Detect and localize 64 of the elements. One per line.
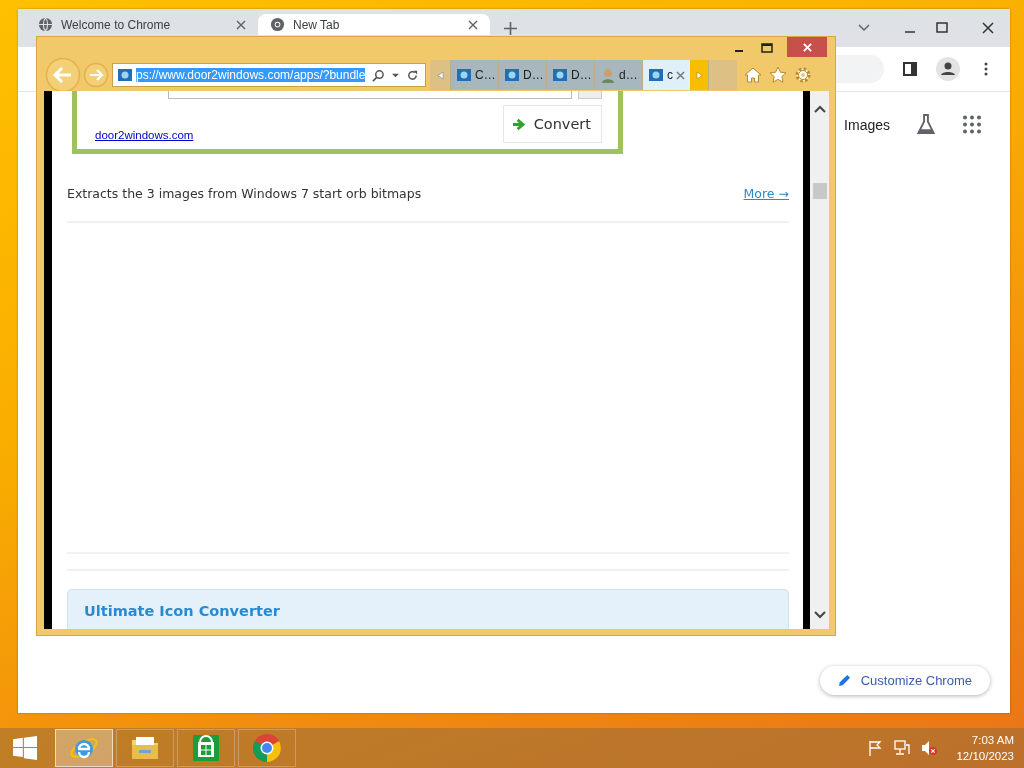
browser-tab[interactable]: D… — [546, 60, 594, 90]
taskbar-button[interactable] — [238, 729, 296, 767]
browser-tab[interactable]: D… — [498, 60, 546, 90]
scrollbar[interactable] — [810, 91, 829, 629]
more-link[interactable]: More → — [743, 186, 789, 201]
apps-grid-icon[interactable] — [962, 114, 982, 135]
customize-chrome-button[interactable]: Customize Chrome — [819, 666, 990, 695]
close-button[interactable] — [787, 37, 827, 57]
site-icon — [456, 67, 472, 83]
scroll-down-icon[interactable] — [813, 611, 826, 619]
scrollbar-thumb[interactable] — [812, 183, 827, 199]
taskbar-button[interactable] — [177, 729, 235, 767]
browser-tab[interactable]: New Tab — [258, 14, 490, 35]
taskbar-button[interactable] — [116, 729, 174, 767]
profile-icon[interactable] — [936, 57, 960, 81]
person-icon — [600, 67, 616, 83]
maximize-icon[interactable] — [936, 22, 948, 34]
input-field[interactable] — [168, 91, 572, 99]
right-arrow-icon — [695, 70, 703, 80]
clock-date[interactable]: 12/10/2023 — [956, 748, 1014, 764]
globe-icon — [38, 17, 53, 32]
browser-tab[interactable]: d… — [594, 60, 642, 90]
browser-tab[interactable]: Welcome to Chrome — [26, 14, 258, 35]
dropdown-icon[interactable] — [392, 71, 400, 79]
close-icon — [801, 41, 813, 53]
arrow-right-icon — [511, 117, 525, 131]
close-icon[interactable] — [676, 70, 685, 80]
clock-time[interactable]: 7:03 AM — [971, 732, 1014, 748]
home-icon[interactable] — [744, 66, 762, 84]
plus-icon[interactable] — [504, 21, 517, 35]
pencil-icon — [837, 674, 851, 687]
taskbar-button[interactable] — [55, 729, 113, 767]
refresh-icon[interactable] — [406, 68, 420, 82]
star-icon[interactable] — [769, 66, 787, 84]
chrome-logo-icon — [270, 17, 285, 32]
maximize-icon[interactable] — [761, 42, 773, 54]
settings-icon[interactable] — [794, 66, 812, 84]
convert-button[interactable]: Convert — [502, 105, 602, 143]
side-panel-icon[interactable] — [902, 61, 918, 77]
browser-tab[interactable]: c — [642, 60, 690, 90]
search-icon[interactable] — [372, 68, 386, 82]
close-icon[interactable] — [468, 19, 478, 30]
windows-logo-icon[interactable] — [13, 736, 37, 760]
chevron-down-icon[interactable] — [858, 24, 870, 32]
site-link[interactable]: door2windows.com — [95, 129, 194, 143]
left-arrow-icon — [436, 70, 444, 80]
shopping-bag-icon — [191, 733, 221, 763]
site-icon — [648, 67, 664, 83]
description-text: Extracts the 3 images from Windows 7 start orb bitmaps — [67, 186, 422, 201]
volume-muted-icon[interactable] — [921, 740, 938, 756]
browser-tab[interactable]: C… — [450, 60, 498, 90]
close-icon — [982, 22, 994, 34]
site-icon — [117, 67, 133, 83]
images-link[interactable]: Images — [844, 116, 890, 133]
back-button[interactable] — [45, 57, 81, 93]
close-icon[interactable] — [236, 19, 246, 30]
flask-icon[interactable] — [916, 114, 936, 135]
flag-icon[interactable] — [867, 740, 884, 756]
scroll-up-icon[interactable] — [813, 105, 826, 113]
site-icon — [504, 67, 520, 83]
network-icon[interactable] — [894, 740, 911, 756]
chrome-logo-icon — [252, 733, 282, 763]
forward-button[interactable] — [83, 62, 109, 88]
site-icon — [552, 67, 568, 83]
